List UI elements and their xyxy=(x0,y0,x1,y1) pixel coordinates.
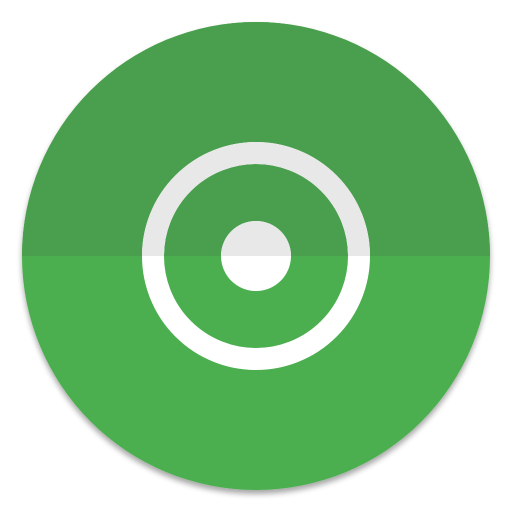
app-icon-canvas xyxy=(0,0,512,512)
center-dot-icon xyxy=(221,221,291,291)
target-app-icon[interactable] xyxy=(0,0,512,512)
